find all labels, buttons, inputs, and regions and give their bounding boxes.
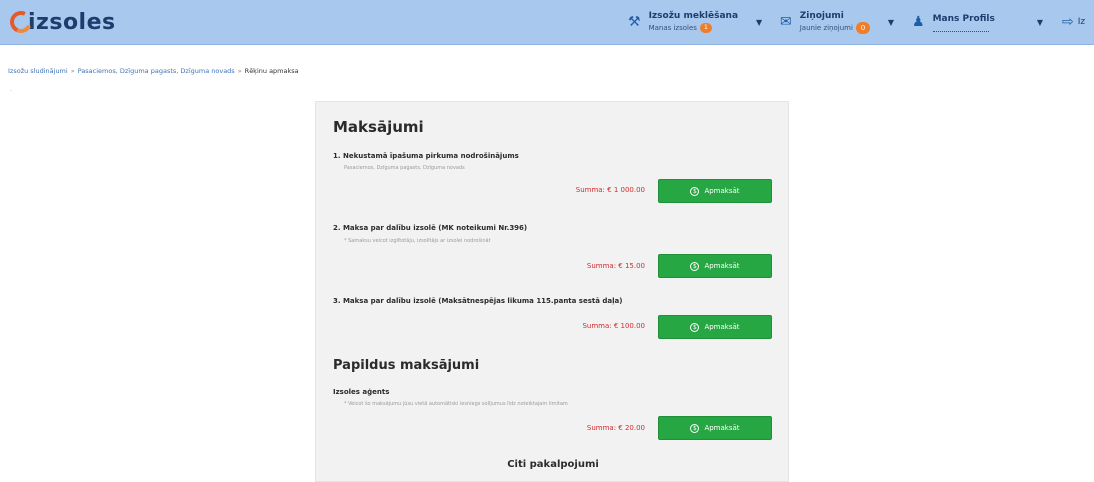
hammer-icon: ⚒ xyxy=(628,14,641,30)
pay-button[interactable]: $ Apmaksāt xyxy=(658,254,772,278)
new-messages-count-badge: 0 xyxy=(855,22,870,34)
pay-button[interactable]: $ Apmaksāt xyxy=(658,416,772,440)
breadcrumb-item[interactable]: Izsožu sludinājumi xyxy=(8,67,68,75)
pay-icon: $ xyxy=(690,322,700,332)
payments-heading: Maksājumi xyxy=(333,118,424,136)
breadcrumb: Izsožu sludinājumi» Pasaciemos, Dzīguma p… xyxy=(8,67,299,75)
breadcrumb-separator: » xyxy=(70,67,75,75)
payment-amount: Summa: € 1 000.00 xyxy=(575,186,645,194)
logo[interactable]: izsoles xyxy=(6,6,116,38)
additional-payments-heading: Papildus maksājumi xyxy=(333,358,480,373)
breadcrumb-current: Rēķinu apmaksa xyxy=(244,67,299,75)
payment-item-subtitle: Pasaciemos, Dzīguma pagasts, Dzīguma nov… xyxy=(344,165,465,171)
breadcrumb-item[interactable]: Pasaciemos, Dzīguma pagasts, Dzīguma nov… xyxy=(78,67,235,75)
nav-messages-title: Ziņojumi xyxy=(799,11,844,21)
payments-panel: Maksājumi 1. Nekustamā īpašuma pirkuma n… xyxy=(315,101,789,482)
chevron-down-icon[interactable]: ▼ xyxy=(1037,18,1043,27)
additional-item-title: Izsoles aģents xyxy=(333,388,390,396)
payment-amount: Summa: € 20.00 xyxy=(586,424,645,432)
top-navigation-bar: izsoles ⚒ Izsožu meklēšana Manas izsoles… xyxy=(0,0,1094,45)
nav-my-auctions-link[interactable]: Manas izsoles 1 xyxy=(649,22,738,34)
nav-messages[interactable]: ✉ Ziņojumi Jaunie ziņojumi 0 ▼ xyxy=(780,0,894,44)
payment-item-title: 2. Maksa par dalību izsolē (MK noteikumi… xyxy=(333,224,528,232)
page-marker-icon: · xyxy=(10,87,13,95)
payment-item-title: 1. Nekustamā īpašuma pirkuma nodrošināju… xyxy=(333,152,519,160)
logo-text: izsoles xyxy=(28,9,116,35)
nav-my-auctions-label: Manas izsoles xyxy=(648,24,697,32)
payment-amount: Summa: € 15.00 xyxy=(586,262,645,270)
payment-amount: Summa: € 100.00 xyxy=(582,322,645,330)
envelope-icon: ✉ xyxy=(780,14,792,30)
chevron-down-icon[interactable]: ▼ xyxy=(756,18,762,27)
pay-button[interactable]: $ Apmaksāt xyxy=(658,315,772,339)
payment-item-subtitle: * Samaksu veicot izglītotāju, izsolītājs… xyxy=(344,238,491,244)
pay-icon: $ xyxy=(690,186,700,196)
pay-icon: $ xyxy=(690,423,700,433)
nav-profile-title: Mans Profils xyxy=(932,13,995,24)
logout-icon: ⇨ xyxy=(1062,14,1074,30)
user-icon: ♟ xyxy=(912,14,925,30)
pay-icon: $ xyxy=(690,261,700,271)
pay-button-label: Apmaksāt xyxy=(704,187,740,195)
pay-button-label: Apmaksāt xyxy=(704,424,740,432)
other-services-heading: Citi pakalpojumi xyxy=(507,459,599,470)
nav-new-messages-label: Jaunie ziņojumi xyxy=(799,24,853,32)
nav-logout[interactable]: ⇨ Iz xyxy=(1062,0,1085,44)
nav-new-messages-link[interactable]: Jaunie ziņojumi 0 xyxy=(800,22,870,34)
breadcrumb-separator: » xyxy=(237,67,242,75)
chevron-down-icon[interactable]: ▼ xyxy=(888,18,894,27)
additional-item-subtitle: * Veicot šo maksājumu jūsu vietā automāt… xyxy=(344,401,568,407)
my-auctions-count-badge: 1 xyxy=(699,23,712,33)
payment-item-title: 3. Maksa par dalību izsolē (Maksātnespēj… xyxy=(333,297,623,305)
nav-auction-search-title: Izsožu meklēšana xyxy=(648,11,739,21)
profile-underline xyxy=(932,25,989,32)
nav-auction-search[interactable]: ⚒ Izsožu meklēšana Manas izsoles 1 ▼ xyxy=(628,0,762,44)
pay-button[interactable]: $ Apmaksāt xyxy=(658,179,772,203)
nav-logout-label: Iz xyxy=(1077,17,1086,27)
nav-profile[interactable]: ♟ Mans Profils ▼ xyxy=(912,0,1043,44)
pay-button-label: Apmaksāt xyxy=(704,262,740,270)
pay-button-label: Apmaksāt xyxy=(704,323,740,331)
